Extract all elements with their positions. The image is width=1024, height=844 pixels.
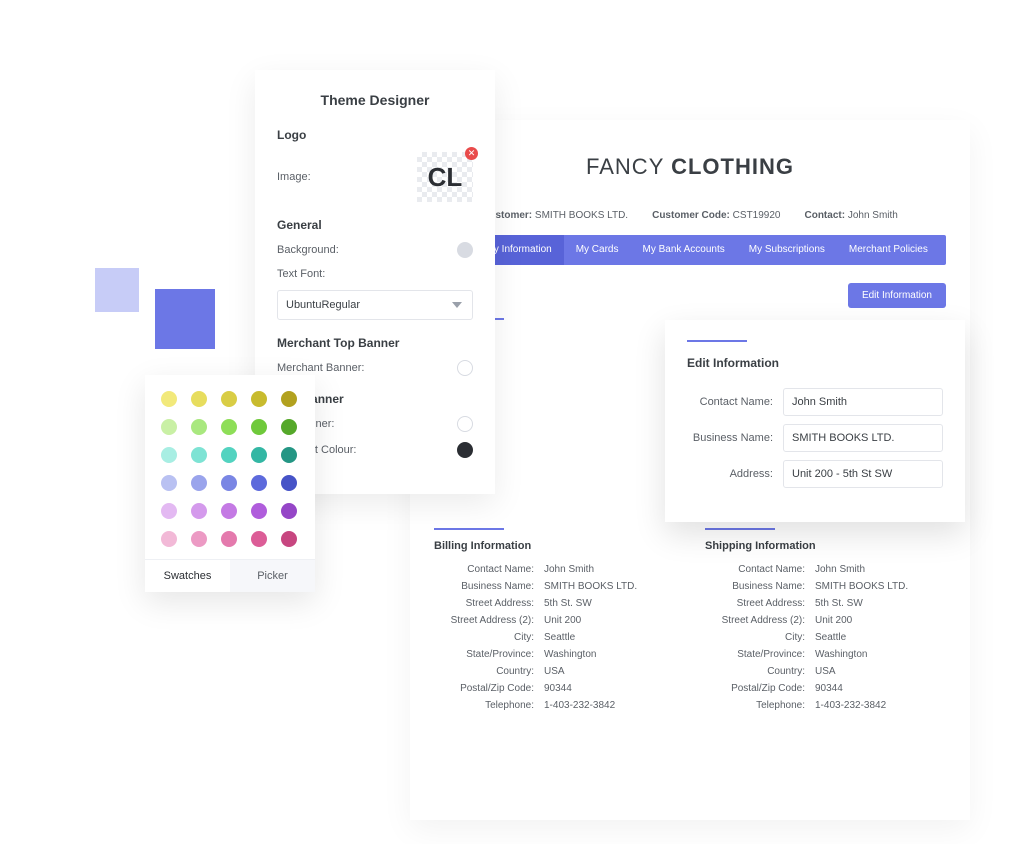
color-swatch[interactable] xyxy=(221,447,237,463)
tab-my-bank-accounts[interactable]: My Bank Accounts xyxy=(631,235,737,265)
theme-title: Theme Designer xyxy=(277,92,473,108)
address-columns: Billing Information Contact Name:John Sm… xyxy=(434,528,946,717)
address-input[interactable] xyxy=(783,460,943,488)
edit-bar: Edit Information xyxy=(434,283,946,308)
billing-rule xyxy=(434,528,504,530)
decor-square-dark xyxy=(155,289,215,349)
tab-merchant-policies[interactable]: Merchant Policies xyxy=(837,235,940,265)
contact-name-input[interactable] xyxy=(783,388,943,416)
color-swatch[interactable] xyxy=(161,475,177,491)
color-swatch[interactable] xyxy=(251,531,267,547)
brand-thin: FANCY xyxy=(586,154,671,179)
color-swatch[interactable] xyxy=(251,447,267,463)
color-swatch[interactable] xyxy=(251,391,267,407)
brand-title: FANCY CLOTHING xyxy=(434,154,946,180)
color-swatches-panel: Swatches Picker xyxy=(145,375,315,592)
brand-bold: CLOTHING xyxy=(671,154,794,179)
logo-text: CL xyxy=(417,152,473,202)
color-swatch[interactable] xyxy=(221,475,237,491)
color-swatch[interactable] xyxy=(191,447,207,463)
color-swatch[interactable] xyxy=(251,475,267,491)
color-swatch[interactable] xyxy=(161,531,177,547)
picker-tab[interactable]: Picker xyxy=(230,560,315,592)
color-swatch[interactable] xyxy=(191,419,207,435)
edit-card-title: Edit Information xyxy=(687,356,943,370)
color-swatch[interactable] xyxy=(221,503,237,519)
customer-meta: Customer: SMITH BOOKS LTD. Customer Code… xyxy=(434,210,946,221)
color-swatch[interactable] xyxy=(281,531,297,547)
color-swatch[interactable] xyxy=(221,391,237,407)
color-swatch[interactable] xyxy=(191,503,207,519)
contact-name-label: Contact Name: xyxy=(687,396,783,408)
remove-logo-icon[interactable]: ✕ xyxy=(465,147,478,160)
color-swatch[interactable] xyxy=(281,503,297,519)
color-swatch[interactable] xyxy=(191,531,207,547)
background-swatch[interactable] xyxy=(457,242,473,258)
nav-bar: ces My Information My Cards My Bank Acco… xyxy=(434,235,946,265)
color-swatch[interactable] xyxy=(161,419,177,435)
address-label: Address: xyxy=(687,468,783,480)
business-name-label: Business Name: xyxy=(687,432,783,444)
logo-heading: Logo xyxy=(277,128,473,142)
color-swatch[interactable] xyxy=(281,475,297,491)
color-swatch[interactable] xyxy=(221,531,237,547)
tab-my-cards[interactable]: My Cards xyxy=(564,235,631,265)
color-swatch[interactable] xyxy=(161,391,177,407)
merchant-banner-heading: Merchant Top Banner xyxy=(277,336,473,350)
background-label: Background: xyxy=(277,244,339,256)
edit-information-button[interactable]: Edit Information xyxy=(848,283,946,308)
color-swatch[interactable] xyxy=(221,419,237,435)
merchant-banner-label: Merchant Banner: xyxy=(277,362,364,374)
color-swatch[interactable] xyxy=(191,391,207,407)
logo-preview[interactable]: CL ✕ xyxy=(417,152,473,202)
customer-banner-swatch[interactable] xyxy=(457,416,473,432)
text-font-label: Text Font: xyxy=(277,268,325,280)
swatches-tab[interactable]: Swatches xyxy=(145,560,230,592)
business-name-input[interactable] xyxy=(783,424,943,452)
billing-column: Billing Information Contact Name:John Sm… xyxy=(434,528,675,717)
shipping-title: Shipping Information xyxy=(705,540,946,552)
color-swatch[interactable] xyxy=(191,475,207,491)
text-font-select[interactable]: UbuntuRegular xyxy=(277,290,473,320)
color-swatch[interactable] xyxy=(281,447,297,463)
general-heading: General xyxy=(277,218,473,232)
color-swatch[interactable] xyxy=(281,391,297,407)
shipping-column: Shipping Information Contact Name:John S… xyxy=(705,528,946,717)
color-swatch[interactable] xyxy=(281,419,297,435)
banner-font-colour-swatch[interactable] xyxy=(457,442,473,458)
decor-square-light xyxy=(95,268,139,312)
edit-card-rule xyxy=(687,340,747,342)
tab-my-subscriptions[interactable]: My Subscriptions xyxy=(737,235,837,265)
merchant-banner-swatch[interactable] xyxy=(457,360,473,376)
image-label: Image: xyxy=(277,171,311,183)
logo-row: Image: CL ✕ xyxy=(277,152,473,202)
color-swatch[interactable] xyxy=(251,503,267,519)
shipping-rule xyxy=(705,528,775,530)
edit-information-card: Edit Information Contact Name: Business … xyxy=(665,320,965,522)
billing-title: Billing Information xyxy=(434,540,675,552)
swatch-grid xyxy=(145,375,315,559)
color-swatch[interactable] xyxy=(161,447,177,463)
swatch-tabs: Swatches Picker xyxy=(145,559,315,592)
color-swatch[interactable] xyxy=(161,503,177,519)
color-swatch[interactable] xyxy=(251,419,267,435)
